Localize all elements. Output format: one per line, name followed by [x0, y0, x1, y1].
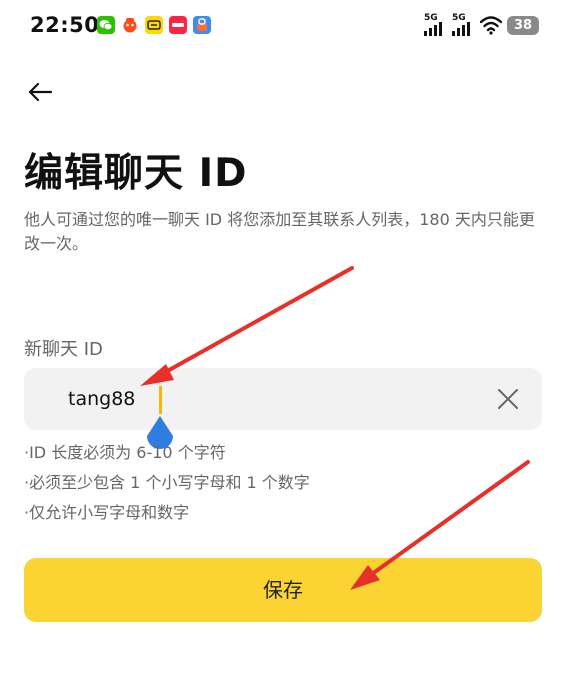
arrow-left-icon[interactable]: [24, 76, 56, 108]
chat-id-field-label: 新聊天 ID: [24, 339, 103, 360]
chat-id-input-value[interactable]: tang88: [68, 386, 135, 412]
status-bar: 22:50 5G 5G 38: [0, 0, 567, 52]
status-indicators: 5G 5G 38: [424, 14, 539, 38]
wechat-icon: [97, 16, 115, 34]
taobao-icon: [121, 16, 139, 34]
id-rule-charset: ·仅允许小写字母和数字: [24, 503, 190, 522]
battery-indicator: 38: [507, 16, 539, 35]
xianyu-icon: [145, 16, 163, 34]
id-rule-length: ·ID 长度必须为 6-10 个字符: [24, 443, 226, 462]
xiaohongshu-icon: [169, 16, 187, 34]
status-time: 22:50: [30, 13, 100, 37]
network-type-label-2: 5G: [452, 13, 466, 23]
id-rules-list: ·ID 长度必须为 6-10 个字符 ·必须至少包含 1 个小写字母和 1 个数…: [24, 438, 310, 528]
text-caret: [159, 386, 162, 414]
close-icon[interactable]: [496, 387, 520, 411]
app-store-icon: [193, 16, 211, 34]
page-description: 他人可通过您的唯一聊天 ID 将您添加至其联系人列表，180 天内只能更改一次。: [24, 210, 535, 253]
save-button[interactable]: 保存: [24, 558, 542, 622]
id-rule-composition: ·必须至少包含 1 个小写字母和 1 个数字: [24, 473, 310, 492]
chat-id-input[interactable]: tang88: [24, 368, 542, 449]
cellular-signal-icon-2: 5G: [452, 14, 476, 38]
cellular-signal-icon: 5G: [424, 14, 448, 38]
network-type-label: 5G: [424, 13, 438, 23]
wifi-icon: [480, 16, 502, 35]
page-title: 编辑聊天 ID: [24, 151, 248, 196]
